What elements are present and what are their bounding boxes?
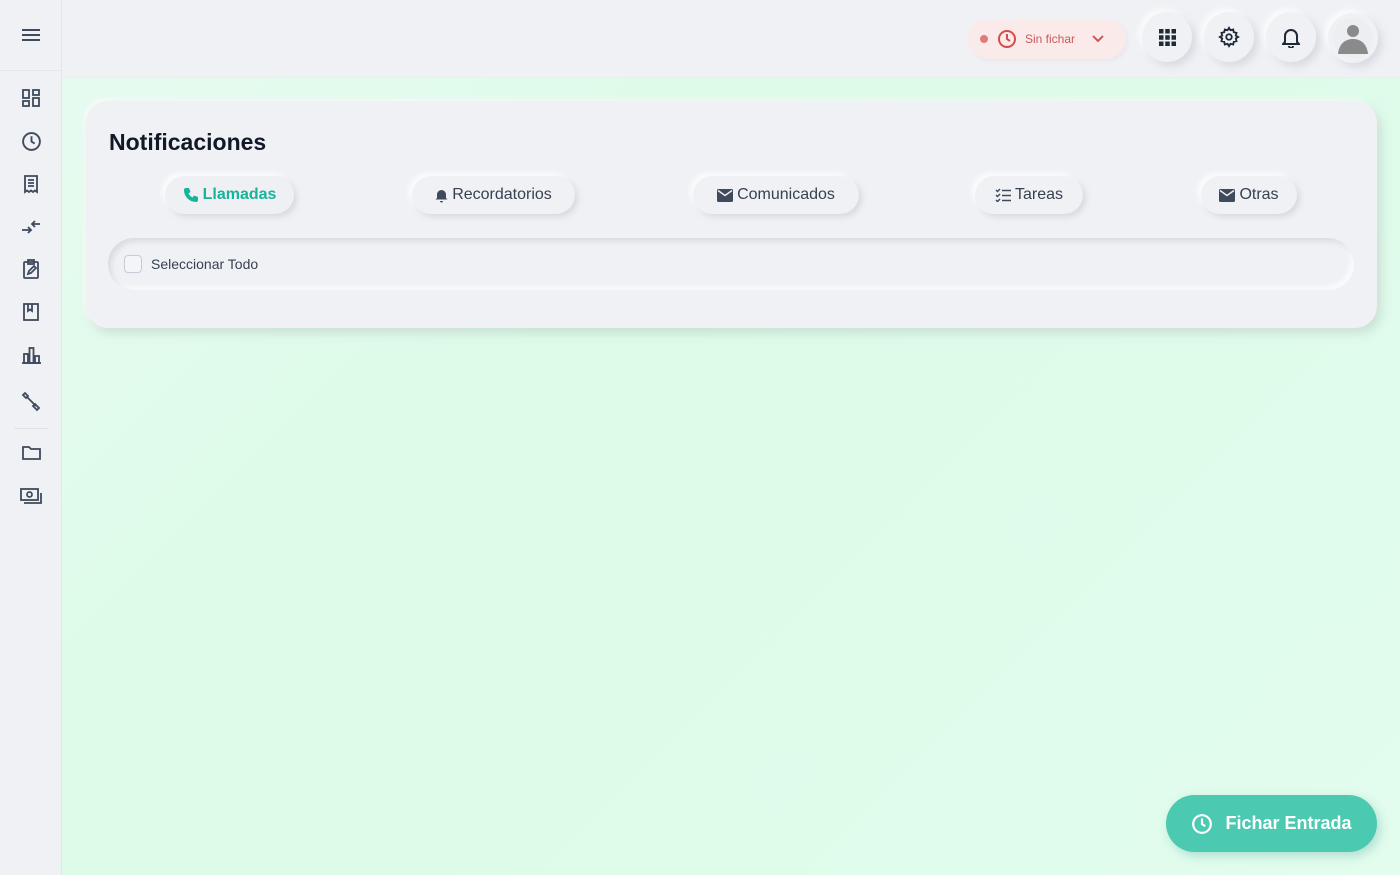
tab-label: Llamadas [202,186,277,203]
apps-button[interactable] [1142,12,1192,62]
clock-in-button[interactable]: Fichar Entrada [1166,795,1377,852]
clock-status-dropdown[interactable]: Sin fichar [968,19,1126,59]
clock-icon [998,30,1016,48]
gear-icon [1218,26,1240,48]
menu-toggle-button[interactable] [0,0,62,71]
tab-label: Otras [1239,186,1279,203]
apps-grid-icon [1158,28,1176,46]
select-all-label[interactable]: Seleccionar Todo [151,256,258,272]
dashboard-icon [22,89,40,107]
envelope-icon [1219,188,1236,202]
clock-in-label: Fichar Entrada [1225,813,1352,833]
sidebar-item-time[interactable] [16,126,46,156]
phone-icon [183,188,198,202]
bell-icon [435,189,448,202]
folder-icon [21,446,41,460]
money-icon [20,488,42,504]
status-dot [980,35,988,43]
transfer-icon [22,220,40,234]
avatar [1333,18,1373,58]
settings-button[interactable] [1204,12,1254,62]
tab-label: Recordatorios [452,186,552,203]
bar-chart-icon [21,347,41,364]
sidebar-item-tasks[interactable] [16,254,46,284]
tab-llamadas[interactable]: Llamadas [165,176,294,214]
tab-otras[interactable]: Otras [1201,176,1297,214]
page-title: Notificaciones [109,129,267,155]
sidebar-item-receipts[interactable] [16,169,46,199]
wrench-icon [21,391,41,412]
clipboard-edit-icon [23,258,39,279]
notifications-card: Notificaciones Llamadas Recordatorios Co… [86,101,1377,328]
select-all-row: Seleccionar Todo [108,238,1354,290]
sidebar-item-reports[interactable] [16,340,46,370]
notifications-button[interactable] [1266,12,1316,62]
sidebar-item-dashboard[interactable] [16,83,46,113]
sidebar-item-transfers[interactable] [16,212,46,242]
top-header: Sin fichar [62,0,1400,78]
select-all-checkbox[interactable] [124,255,142,273]
envelope-icon [717,188,734,202]
sidebar-item-payroll[interactable] [16,481,46,511]
book-icon [23,303,39,321]
clock-icon [1192,813,1213,834]
sidebar-item-files[interactable] [16,438,46,468]
tab-recordatorios[interactable]: Recordatorios [412,176,575,214]
tab-comunicados[interactable]: Comunicados [693,176,859,214]
chevron-down-icon [1092,35,1104,43]
bell-icon [1282,28,1300,48]
tab-tareas[interactable]: Tareas [975,176,1083,214]
status-label: Sin fichar [1025,32,1076,46]
tab-label: Tareas [1014,186,1064,203]
sidebar-item-tools[interactable] [16,386,46,416]
sidebar [0,0,62,875]
user-avatar-button[interactable] [1328,13,1378,63]
receipt-icon [24,175,38,194]
sidebar-divider [14,428,48,429]
clock-icon [21,131,41,151]
checklist-icon [995,188,1011,202]
sidebar-item-documents[interactable] [16,297,46,327]
hamburger-icon [22,29,40,41]
tab-label: Comunicados [737,186,835,203]
